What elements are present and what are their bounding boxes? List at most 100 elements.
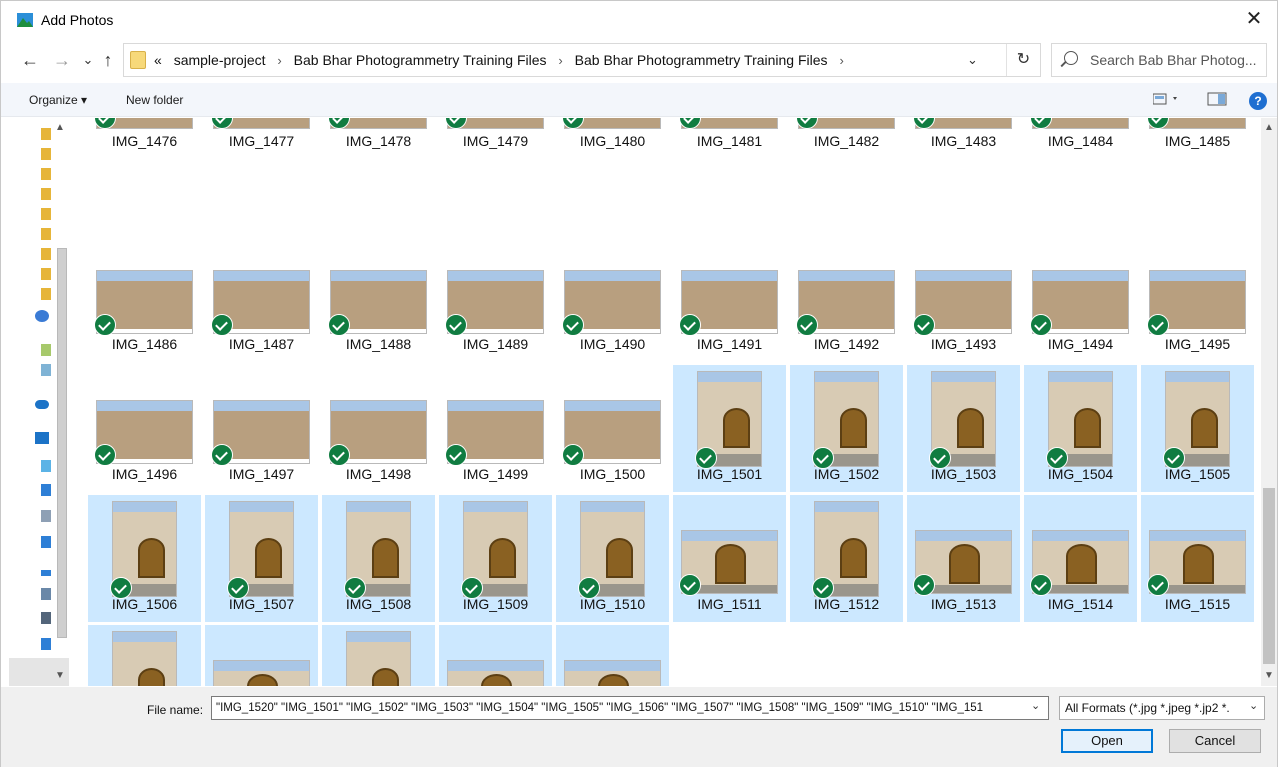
file-tile[interactable]: IMG_1506 [88, 495, 201, 622]
file-tile[interactable]: IMG_1517 [205, 625, 318, 686]
quick-access-folder-icon[interactable] [41, 188, 51, 200]
file-tile[interactable]: IMG_1479 [439, 118, 552, 234]
quick-access-folder-icon[interactable] [41, 248, 51, 260]
onedrive-icon[interactable] [35, 400, 49, 409]
file-tile[interactable]: IMG_1511 [673, 495, 786, 622]
file-tile[interactable]: IMG_1503 [907, 365, 1020, 492]
music-icon[interactable] [41, 570, 51, 576]
file-tile[interactable]: IMG_1496 [88, 365, 201, 492]
file-tile[interactable]: IMG_1502 [790, 365, 903, 492]
file-tile[interactable]: IMG_1512 [790, 495, 903, 622]
file-tile[interactable]: IMG_1488 [322, 235, 435, 362]
file-tile[interactable]: IMG_1476 [88, 118, 201, 234]
scroll-up-arrow-icon[interactable]: ▲ [55, 122, 65, 133]
scroll-down-arrow-icon[interactable]: ▼ [1264, 670, 1274, 681]
back-arrow-icon[interactable]: ← [19, 49, 41, 71]
people-icon[interactable] [35, 310, 49, 322]
cancel-button[interactable]: Cancel [1169, 729, 1261, 753]
file-tile[interactable]: IMG_1486 [88, 235, 201, 362]
file-tile[interactable]: IMG_1520 [556, 625, 669, 686]
view-options-icon[interactable] [1152, 91, 1181, 110]
file-tile[interactable]: IMG_1501 [673, 365, 786, 492]
file-list-scrollbar[interactable]: ▲ ▼ [1261, 118, 1277, 686]
help-icon[interactable]: ? [1249, 92, 1267, 110]
file-tile[interactable]: IMG_1516 [88, 625, 201, 686]
selected-check-icon[interactable] [445, 444, 467, 466]
file-tile[interactable]: IMG_1499 [439, 365, 552, 492]
file-tile[interactable]: IMG_1509 [439, 495, 552, 622]
file-tile[interactable]: IMG_1485 [1141, 118, 1254, 234]
videos-folder-icon[interactable] [41, 612, 51, 624]
selected-check-icon[interactable] [913, 314, 935, 336]
selected-check-icon[interactable] [562, 444, 584, 466]
file-tile[interactable]: IMG_1498 [322, 365, 435, 492]
file-tile[interactable]: IMG_1504 [1024, 365, 1137, 492]
search-input[interactable] [1090, 50, 1264, 70]
objects-folder-icon[interactable] [41, 460, 51, 472]
file-type-select[interactable]: All Formats (*.jpg *.jpeg *.jp2 *. [1059, 696, 1265, 720]
organize-button[interactable]: Organize ▾ [29, 93, 87, 107]
nav-pane-scrollbar[interactable]: ▲ ▼ [53, 122, 69, 682]
music-folder-icon[interactable] [41, 364, 51, 376]
chevron-right-icon[interactable]: › [839, 53, 843, 68]
documents-folder-icon[interactable] [41, 510, 51, 522]
file-tile[interactable]: IMG_1495 [1141, 235, 1254, 362]
recent-locations-chevron-icon[interactable]: ⌄ [77, 49, 99, 71]
selected-check-icon[interactable] [679, 314, 701, 336]
preview-pane-icon[interactable] [1207, 91, 1229, 110]
quick-access-folder-icon[interactable] [41, 168, 51, 180]
selected-check-icon[interactable] [94, 314, 116, 336]
this-pc-icon[interactable] [35, 432, 49, 444]
scroll-down-arrow-icon[interactable]: ▼ [55, 670, 65, 681]
address-dropdown-icon[interactable]: ⌄ [967, 52, 978, 68]
file-tile[interactable]: IMG_1491 [673, 235, 786, 362]
desktop-folder-icon[interactable] [41, 484, 51, 496]
file-tile[interactable]: IMG_1505 [1141, 365, 1254, 492]
file-tile[interactable]: IMG_1484 [1024, 118, 1137, 234]
breadcrumb-item-training-files[interactable]: Bab Bhar Photogrammetry Training Files [294, 52, 547, 68]
file-tile[interactable]: IMG_1489 [439, 235, 552, 362]
file-tile[interactable]: IMG_1493 [907, 235, 1020, 362]
breadcrumb-item-training-files-current[interactable]: Bab Bhar Photogrammetry Training Files [575, 52, 828, 68]
file-tile[interactable]: IMG_1487 [205, 235, 318, 362]
file-name-dropdown-icon[interactable]: ⌄ [1031, 699, 1040, 712]
selected-check-icon[interactable] [562, 314, 584, 336]
file-tile[interactable]: IMG_1497 [205, 365, 318, 492]
quick-access-folder-icon[interactable] [41, 128, 51, 140]
new-folder-button[interactable]: New folder [126, 93, 183, 107]
up-arrow-icon[interactable]: ↑ [97, 49, 119, 71]
chevron-right-icon[interactable]: › [277, 53, 281, 68]
search-box[interactable] [1051, 43, 1267, 77]
forward-arrow-icon[interactable]: → [51, 49, 73, 71]
file-tile[interactable]: IMG_1492 [790, 235, 903, 362]
breadcrumb-overflow[interactable]: « [154, 52, 162, 68]
file-tile[interactable]: IMG_1483 [907, 118, 1020, 234]
selected-check-icon[interactable] [211, 444, 233, 466]
image-folder-icon[interactable] [41, 344, 51, 356]
file-tile[interactable]: IMG_1477 [205, 118, 318, 234]
scroll-up-arrow-icon[interactable]: ▲ [1264, 122, 1274, 133]
quick-access-folder-icon[interactable] [41, 268, 51, 280]
selected-check-icon[interactable] [1147, 574, 1169, 596]
file-tile[interactable]: IMG_1513 [907, 495, 1020, 622]
breadcrumb-item-sample-project[interactable]: sample-project [174, 52, 266, 68]
quick-access-folder-icon[interactable] [41, 228, 51, 240]
file-tile[interactable]: IMG_1508 [322, 495, 435, 622]
downloads-folder-icon[interactable] [41, 536, 51, 548]
selected-check-icon[interactable] [913, 574, 935, 596]
file-tile[interactable]: IMG_1478 [322, 118, 435, 234]
file-tile[interactable]: IMG_1514 [1024, 495, 1137, 622]
file-name-input[interactable]: "IMG_1520" "IMG_1501" "IMG_1502" "IMG_15… [211, 696, 1049, 720]
selected-check-icon[interactable] [328, 314, 350, 336]
selected-check-icon[interactable] [1147, 314, 1169, 336]
file-tile[interactable]: IMG_1480 [556, 118, 669, 234]
file-type-dropdown-icon[interactable]: ⌄ [1249, 699, 1258, 712]
file-tile[interactable]: IMG_1482 [790, 118, 903, 234]
quick-access-folder-icon[interactable] [41, 288, 51, 300]
pictures-folder-icon[interactable] [41, 588, 51, 600]
selected-check-icon[interactable] [445, 314, 467, 336]
selected-check-icon[interactable] [679, 574, 701, 596]
file-tile[interactable]: IMG_1500 [556, 365, 669, 492]
selected-check-icon[interactable] [796, 314, 818, 336]
file-tile[interactable]: IMG_1519 [439, 625, 552, 686]
